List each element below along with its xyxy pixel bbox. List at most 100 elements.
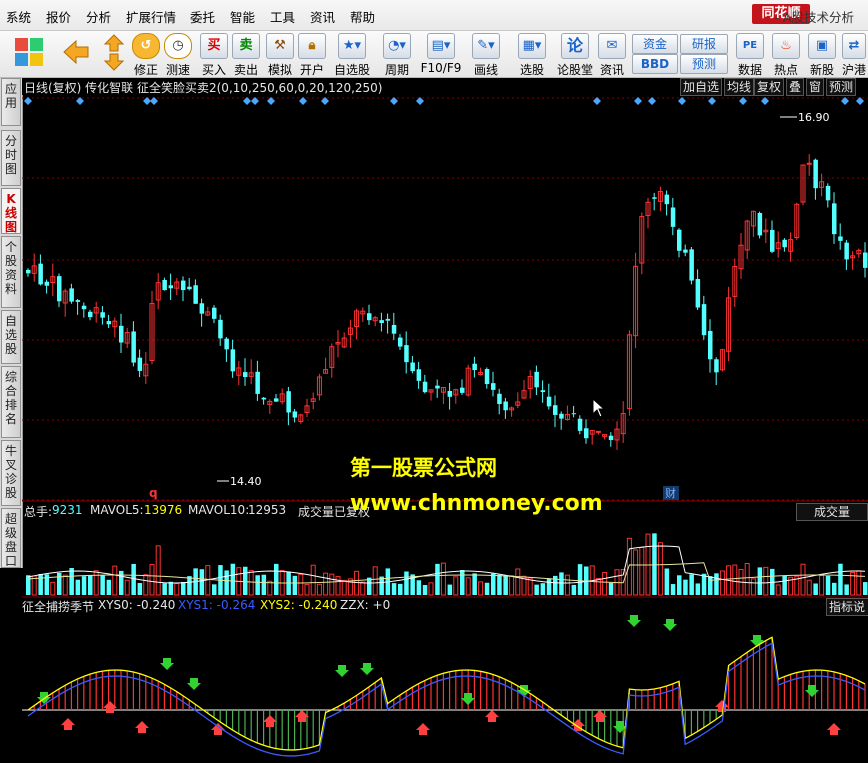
candle-body: [689, 249, 694, 281]
data-button[interactable]: PE 数据: [734, 33, 766, 77]
forum-button[interactable]: 论 论股堂: [556, 33, 594, 77]
low-price-label: 14.40: [230, 475, 262, 488]
sell-signal-arrow: [805, 685, 819, 697]
buy-signal-arrow: [135, 721, 149, 733]
indicator-xys2: XYS2: -0.240: [260, 598, 338, 612]
back-arrow-icon[interactable]: [62, 38, 90, 66]
down-arrow-icon[interactable]: [103, 53, 125, 71]
candlesticks: [26, 154, 868, 450]
event-marker-financial[interactable]: 财: [665, 486, 676, 500]
volume-bar: [199, 569, 205, 595]
menu-tools[interactable]: 工具: [270, 7, 295, 26]
candle-body: [385, 318, 391, 321]
fund-button[interactable]: 资金: [632, 34, 678, 54]
volume-bar: [453, 576, 459, 596]
menu-extended-quote[interactable]: 扩展行情: [126, 7, 176, 26]
adjust-button[interactable]: ↺ 修正: [130, 33, 162, 77]
sidebar-tab-intraday[interactable]: 分时图: [1, 130, 21, 186]
volume-bar: [341, 579, 347, 596]
speed-test-button[interactable]: ◷ 测速: [162, 33, 194, 77]
indicator-help-button[interactable]: 指标说: [826, 598, 868, 616]
stock-screen-button[interactable]: ▦▾ 选股: [512, 33, 552, 77]
volume-bar: [137, 583, 143, 595]
forecast-chart-button[interactable]: 预测: [826, 78, 857, 96]
adjusted-button[interactable]: 复权: [754, 78, 785, 96]
sidebar-tab-watchlist[interactable]: 自选股: [1, 310, 21, 364]
volume-bar: [595, 578, 601, 596]
menu-info[interactable]: 资讯: [310, 7, 335, 26]
sell-button[interactable]: 卖 卖出: [230, 33, 262, 77]
candle-body: [553, 405, 558, 415]
bbd-button[interactable]: BBD: [632, 54, 678, 74]
research-button[interactable]: 研报: [680, 34, 728, 54]
volume-bar: [757, 567, 763, 595]
sidebar-tab-level2[interactable]: 超级盘口: [1, 508, 21, 568]
volume-bar: [310, 564, 316, 596]
new-stock-button[interactable]: ▣ 新股: [806, 33, 838, 77]
volume-bar: [571, 584, 577, 595]
candle-body: [255, 371, 260, 394]
sidebar-tab-diagnosis[interactable]: 牛叉诊股: [1, 440, 21, 506]
add-watchlist-button[interactable]: 加自选: [680, 78, 723, 96]
menu-quote[interactable]: 报价: [46, 7, 71, 26]
buy-button[interactable]: 买 买入: [198, 33, 230, 77]
candle-body: [218, 319, 223, 339]
volume-bar: [143, 574, 149, 596]
volume-bar: [750, 578, 756, 596]
candle-body: [100, 312, 105, 318]
windows-grid-icon[interactable]: [14, 37, 44, 67]
window-button[interactable]: 窗: [806, 78, 825, 96]
volume-indicator-button[interactable]: 成交量: [796, 503, 868, 521]
hk-connect-button[interactable]: ⇄ 沪港: [840, 33, 868, 77]
ma-button[interactable]: 均线: [724, 78, 755, 96]
indicator-line-yellow: [27, 636, 866, 751]
watermark-url: www.chnmoney.com: [350, 491, 603, 516]
sidebar-tab-apps[interactable]: 应用: [1, 78, 21, 126]
menu-system[interactable]: 系统: [6, 7, 31, 26]
candle-body: [683, 249, 688, 253]
indicator-zzx: ZZX: +0: [340, 598, 391, 612]
volume-bar: [292, 575, 298, 595]
volume-bar: [440, 562, 446, 596]
volume-bar: [546, 578, 552, 595]
forecast-button[interactable]: 预测: [680, 54, 728, 74]
menu-help[interactable]: 帮助: [350, 7, 375, 26]
watchlist-button[interactable]: ★▾ 自选股: [332, 33, 372, 77]
volume-bar: [534, 584, 539, 595]
hotspot-button[interactable]: ♨ 热点: [770, 33, 802, 77]
simulate-button[interactable]: ⚒ 模拟: [264, 33, 296, 77]
volume-bar: [763, 566, 769, 596]
period-button[interactable]: ◔▾ 周期: [378, 33, 416, 77]
volume-bar: [460, 570, 465, 595]
candle-body: [832, 203, 837, 235]
volume-bar: [683, 579, 688, 595]
volume-bar: [626, 537, 632, 596]
volume-bar: [782, 575, 787, 595]
f10-button[interactable]: ▤▾ F10/F9: [418, 33, 464, 75]
event-diamond: [739, 97, 747, 105]
event-marker-q[interactable]: q: [149, 486, 158, 500]
sidebar-tab-ranking[interactable]: 综合排名: [1, 366, 21, 438]
menu-analysis[interactable]: 分析: [86, 7, 111, 26]
candle-body: [435, 385, 440, 389]
screen-icon: ▦▾: [518, 33, 546, 59]
event-diamond: [299, 97, 307, 105]
sidebar-tab-profile[interactable]: 个股资料: [1, 236, 21, 308]
up-arrow-icon[interactable]: [103, 34, 125, 52]
menu-trade[interactable]: 委托: [190, 7, 215, 26]
volume-bar: [863, 582, 868, 595]
f10-icon: ▤▾: [427, 33, 455, 59]
app-title: - A股技术分析: [774, 10, 854, 25]
volume-bar: [664, 568, 670, 595]
volume-bar: [398, 583, 403, 595]
open-account-button[interactable]: 🔒︎ 开户: [296, 33, 328, 77]
candle-body: [181, 280, 186, 291]
draw-line-button[interactable]: ✎▾ 画线: [466, 33, 506, 77]
menu-smart[interactable]: 智能: [230, 7, 255, 26]
event-diamond: [390, 97, 398, 105]
kline-chart[interactable]: 16.90 14.40 q 财: [22, 95, 868, 763]
news-button[interactable]: ✉ 资讯: [596, 33, 628, 77]
volume-bar: [714, 573, 719, 595]
sidebar-tab-kline[interactable]: K线图: [1, 188, 21, 234]
overlay-button[interactable]: 叠: [786, 78, 805, 96]
